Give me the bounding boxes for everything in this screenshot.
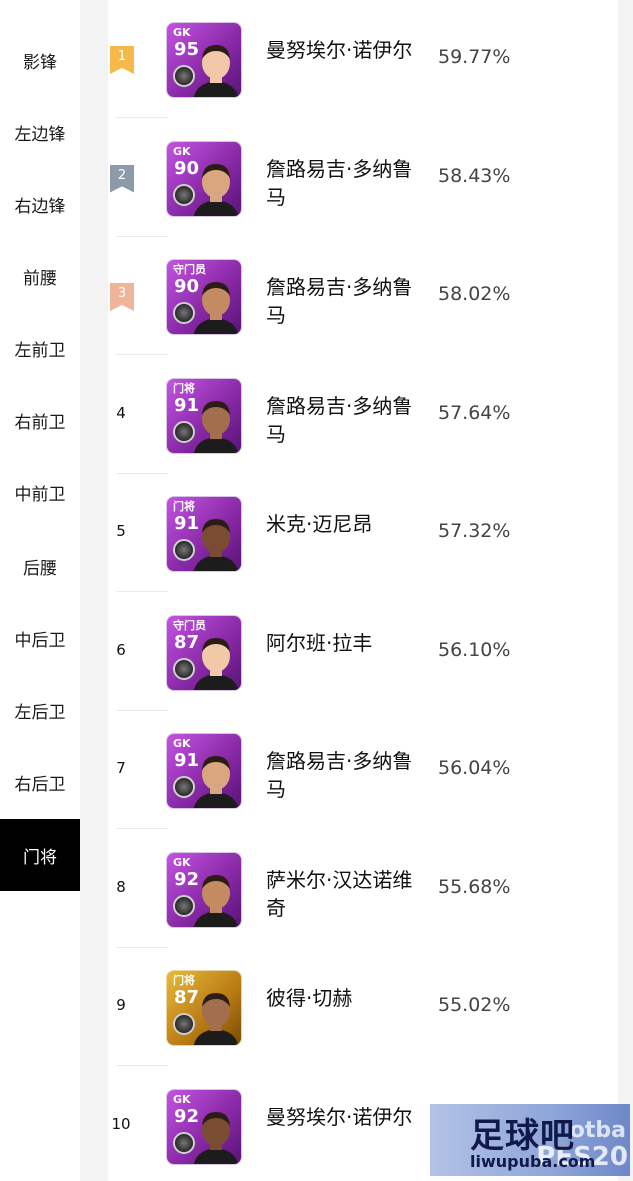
sidebar-item-gk[interactable]: 门将 bbox=[0, 819, 80, 891]
sidebar-item-rwf[interactable]: 右边锋 bbox=[0, 168, 80, 240]
player-avatar-icon bbox=[193, 874, 239, 927]
player-name: 曼努埃尔·诺伊尔 bbox=[266, 38, 413, 62]
player-card[interactable]: GK 91 bbox=[166, 733, 242, 809]
watermark-bg-text: otba bbox=[569, 1118, 626, 1143]
sidebar-item-rb[interactable]: 右后卫 bbox=[0, 746, 80, 818]
player-card[interactable]: GK 95 bbox=[166, 22, 242, 98]
card-position: GK bbox=[173, 855, 191, 869]
card-position: GK bbox=[173, 144, 191, 158]
player-card[interactable]: 门将 91 bbox=[166, 496, 242, 572]
usage-percentage: 57.64% bbox=[438, 401, 511, 424]
usage-percentage: 56.04% bbox=[438, 757, 511, 779]
rank-number: 8 bbox=[116, 877, 126, 896]
usage-percentage: 57.32% bbox=[438, 520, 511, 542]
sidebar-item-lb[interactable]: 左后卫 bbox=[0, 674, 80, 746]
player-name: 詹路易吉·多纳鲁马 bbox=[266, 156, 413, 209]
player-row[interactable]: 9 门将 87 彼得·切赫 55.02% bbox=[108, 948, 618, 1066]
player-avatar-icon bbox=[193, 400, 239, 453]
usage-percentage: 59.77% bbox=[438, 46, 511, 68]
usage-percentage: 58.43% bbox=[438, 164, 511, 187]
player-row[interactable]: 7 GK 91 詹路易吉·多纳鲁马 56.04% bbox=[108, 711, 618, 829]
player-name: 詹路易吉·多纳鲁马 bbox=[266, 393, 413, 446]
sidebar-item-amf[interactable]: 前腰 bbox=[0, 240, 80, 312]
player-card[interactable]: 门将 91 bbox=[166, 377, 242, 454]
rank-number: 6 bbox=[116, 640, 126, 659]
player-avatar-icon bbox=[193, 163, 239, 216]
sidebar-item-rmf[interactable]: 右前卫 bbox=[0, 384, 80, 456]
usage-percentage: 56.10% bbox=[438, 638, 511, 661]
sidebar-item-cmf[interactable]: 中前卫 bbox=[0, 456, 80, 528]
player-avatar-icon bbox=[193, 756, 239, 808]
player-avatar-icon bbox=[193, 519, 239, 571]
player-name: 阿尔班·拉丰 bbox=[266, 630, 373, 655]
watermark-url: liwupuba.com bbox=[470, 1152, 596, 1171]
sidebar-item-cb[interactable]: 中后卫 bbox=[0, 602, 80, 674]
sidebar-item-dmf[interactable]: 后腰 bbox=[0, 530, 80, 602]
player-avatar-icon bbox=[193, 45, 239, 97]
player-avatar-icon bbox=[193, 637, 239, 690]
player-card[interactable]: GK 90 bbox=[166, 140, 242, 217]
player-name: 米克·迈尼昂 bbox=[266, 512, 373, 536]
position-sidebar: 影锋 左边锋 右边锋 前腰 左前卫 右前卫 中前卫 后腰 中后卫 左后卫 右后卫… bbox=[0, 0, 80, 1181]
player-row[interactable]: 2 GK 90 詹路易吉·多纳鲁马 58.43% bbox=[108, 119, 618, 237]
player-card[interactable]: 守门员 87 bbox=[166, 614, 242, 691]
rank-number: 7 bbox=[116, 759, 126, 777]
player-card[interactable]: 守门员 90 bbox=[166, 259, 242, 335]
player-row[interactable]: 1 GK 95 曼努埃尔·诺伊尔 59.77% bbox=[108, 0, 618, 118]
card-position: GK bbox=[173, 737, 191, 750]
player-ranking-list: 1 GK 95 曼努埃尔·诺伊尔 59.77% 2 GK 90 詹路易吉·多纳鲁马 58.43% 3… bbox=[108, 0, 618, 1181]
rank-number: 5 bbox=[116, 522, 126, 540]
ranking-panel: 1 GK 95 曼努埃尔·诺伊尔 59.77% 2 GK 90 詹路易吉·多纳鲁马 58.43% 3… bbox=[80, 0, 633, 1181]
player-row[interactable]: 3 守门员 90 詹路易吉·多纳鲁马 58.02% bbox=[108, 237, 618, 355]
player-name: 彼得·切赫 bbox=[266, 986, 353, 1010]
player-name: 曼努埃尔·诺伊尔 bbox=[266, 1104, 413, 1129]
player-name: 詹路易吉·多纳鲁马 bbox=[266, 275, 413, 327]
player-avatar-icon bbox=[193, 1111, 239, 1164]
watermark-logo: otba PES20 足球吧 liwupuba.com bbox=[430, 1104, 630, 1176]
player-card[interactable]: GK 92 bbox=[166, 1088, 242, 1165]
player-row[interactable]: 4 门将 91 詹路易吉·多纳鲁马 57.64% bbox=[108, 356, 618, 474]
rank-number: 9 bbox=[116, 996, 126, 1014]
player-row[interactable]: 5 门将 91 米克·迈尼昂 57.32% bbox=[108, 474, 618, 592]
player-name: 詹路易吉·多纳鲁马 bbox=[266, 749, 413, 801]
watermark-title: 足球吧 bbox=[470, 1116, 575, 1156]
rank-number: 10 bbox=[111, 1114, 131, 1133]
player-row[interactable]: 6 守门员 87 阿尔班·拉丰 56.10% bbox=[108, 593, 618, 711]
usage-percentage: 58.02% bbox=[438, 283, 511, 305]
rank-ribbon: 1 bbox=[110, 46, 134, 74]
usage-percentage: 55.02% bbox=[438, 994, 511, 1016]
card-position: GK bbox=[173, 1092, 191, 1106]
rank-ribbon: 3 bbox=[110, 283, 134, 311]
sidebar-item-lwf[interactable]: 左边锋 bbox=[0, 96, 80, 168]
sidebar-item-lmf[interactable]: 左前卫 bbox=[0, 312, 80, 384]
player-row[interactable]: 8 GK 92 萨米尔·汉达诺维奇 55.68% bbox=[108, 830, 618, 948]
rank-number: 4 bbox=[116, 403, 126, 422]
sidebar-item-ss[interactable]: 影锋 bbox=[0, 24, 80, 96]
rank-ribbon: 2 bbox=[110, 164, 134, 193]
player-card[interactable]: 门将 87 bbox=[166, 970, 242, 1046]
usage-percentage: 55.68% bbox=[438, 875, 511, 898]
player-avatar-icon bbox=[193, 282, 239, 334]
card-position: GK bbox=[173, 26, 191, 39]
player-avatar-icon bbox=[193, 993, 239, 1045]
player-card[interactable]: GK 92 bbox=[166, 851, 242, 928]
player-name: 萨米尔·汉达诺维奇 bbox=[266, 867, 413, 920]
